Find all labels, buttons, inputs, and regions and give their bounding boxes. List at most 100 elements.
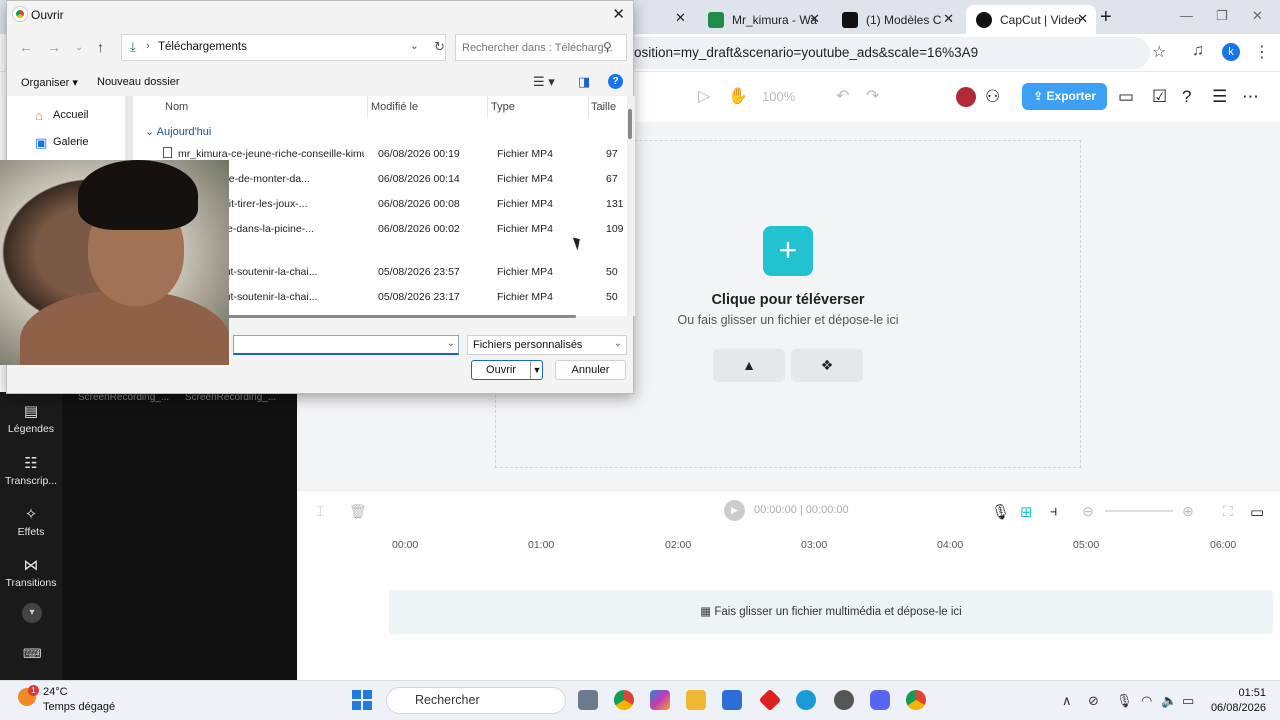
address-bar[interactable]: osition=my_draft&scenario=youtube_ads&sc…: [560, 37, 1150, 69]
media-panel: ScreenRecording_... ScreenRecording_...: [62, 392, 297, 680]
layers-icon[interactable]: ☰: [1212, 87, 1227, 107]
maximize-icon[interactable]: ❐: [1216, 8, 1228, 24]
up-arrow-icon[interactable]: ↑: [97, 39, 104, 55]
rail-more-icon[interactable]: ▾: [22, 603, 42, 623]
help-icon[interactable]: ?: [608, 74, 623, 89]
wifi-icon[interactable]: ◠: [1141, 693, 1152, 709]
column-header-size[interactable]: Taille: [591, 101, 616, 113]
hand-tool-icon[interactable]: ✋: [728, 86, 748, 106]
discord-icon[interactable]: [870, 690, 890, 710]
new-tab-icon[interactable]: +: [1100, 6, 1112, 29]
group-header-today[interactable]: ⌄ Aujourd'hui: [145, 125, 211, 138]
upload-plus-icon[interactable]: +: [763, 226, 813, 276]
clock-date[interactable]: 06/08/2026: [1206, 702, 1266, 714]
rail-item-transcript[interactable]: ☷ Transcrip...: [0, 454, 62, 487]
rail-item-transitions[interactable]: ⋈ Transitions: [0, 556, 62, 589]
present-icon[interactable]: ▭: [1118, 87, 1134, 107]
tab-close-icon[interactable]: ✕: [1077, 11, 1088, 27]
dropbox-button[interactable]: ❖: [791, 349, 863, 382]
preview-pane-icon[interactable]: ◨: [578, 74, 590, 90]
fullscreen-icon[interactable]: ⛶: [1223, 503, 1233, 520]
cancel-button[interactable]: Annuler: [555, 360, 626, 380]
weather-condition[interactable]: Temps dégagé: [43, 701, 115, 713]
rail-item-captions[interactable]: ▤ Légendes: [0, 402, 62, 435]
zoom-out-icon[interactable]: ⊖: [1082, 503, 1094, 520]
keyboard-shortcuts-icon[interactable]: ⌨: [23, 646, 42, 662]
help-icon[interactable]: ?: [1182, 87, 1191, 107]
microphone-icon[interactable]: 🎙: [991, 503, 1010, 521]
minimize-icon[interactable]: —: [1180, 8, 1193, 23]
timeline-zoom-slider[interactable]: [1105, 510, 1173, 512]
path-bar[interactable]: ⤓ › Téléchargements ⌄ ↻: [121, 34, 446, 61]
export-button[interactable]: ⇪ Exporter: [1022, 83, 1107, 110]
chevron-down-icon[interactable]: ⌄: [410, 39, 419, 52]
user-avatar[interactable]: [956, 87, 976, 107]
browser-tab-capcut[interactable]: CapCut | Video ✕: [966, 5, 1096, 34]
file-name-input[interactable]: ⌄: [233, 335, 459, 355]
recent-locations-icon[interactable]: ⌄: [75, 42, 83, 53]
undo-icon[interactable]: ↶: [836, 86, 849, 106]
play-icon[interactable]: ▶: [724, 500, 745, 521]
scrollbar-thumb[interactable]: [628, 109, 632, 139]
select-tool-icon[interactable]: ▷: [698, 86, 710, 106]
temperature[interactable]: 24°C: [43, 686, 68, 698]
chrome-profile-icon[interactable]: [906, 690, 926, 710]
organize-button[interactable]: Organiser ▾: [21, 76, 78, 89]
tray-app-icon[interactable]: ⊘: [1088, 693, 1099, 709]
tab-close-icon[interactable]: ✕: [943, 11, 954, 27]
browser-tab-mr-kimura[interactable]: Mr_kimura - Wa ✕: [698, 5, 828, 34]
tray-expand-icon[interactable]: ∧: [1062, 693, 1072, 709]
column-header-modified[interactable]: Modifié le: [371, 101, 418, 113]
open-button[interactable]: Ouvrir ▼: [471, 360, 543, 380]
windows-start-icon[interactable]: [352, 690, 372, 710]
google-drive-button[interactable]: ▲: [713, 349, 785, 382]
add-collaborator-icon[interactable]: ⚇: [985, 87, 1000, 107]
battery-icon[interactable]: ▭: [1182, 693, 1194, 709]
search-input[interactable]: [455, 34, 627, 61]
track-dropzone[interactable]: ▦ Fais glisser un fichier multimédia et …: [389, 590, 1273, 634]
media-controls-icon[interactable]: ♫: [1192, 42, 1204, 60]
dialog-close-icon[interactable]: ✕: [612, 5, 625, 23]
profile-avatar[interactable]: k: [1222, 43, 1240, 61]
browser-menu-icon[interactable]: ⋮: [1254, 42, 1270, 62]
column-header-name[interactable]: Nom: [165, 101, 188, 113]
more-options-icon[interactable]: ⋯: [1242, 87, 1259, 107]
magnet-icon[interactable]: ⊞: [1020, 503, 1033, 521]
file-type-filter[interactable]: Fichiers personnalisés ⌄: [467, 335, 627, 355]
task-view-icon[interactable]: [578, 690, 598, 710]
clock-time[interactable]: 01:51: [1214, 687, 1266, 699]
capture-app-icon[interactable]: [834, 690, 854, 710]
redo-icon[interactable]: ↷: [866, 86, 879, 106]
column-header-type[interactable]: Type: [491, 101, 515, 113]
zoom-in-icon[interactable]: ⊕: [1182, 503, 1194, 520]
file-explorer-icon[interactable]: [686, 690, 706, 710]
view-options-icon[interactable]: ☰ ▾: [533, 74, 555, 90]
microsoft-store-icon[interactable]: [722, 690, 742, 710]
forward-arrow-icon[interactable]: →: [47, 39, 61, 55]
zoom-level[interactable]: 100%: [762, 89, 795, 104]
refresh-icon[interactable]: ↻: [434, 39, 445, 55]
new-folder-button[interactable]: Nouveau dossier: [97, 76, 180, 88]
tab-close-icon[interactable]: ✕: [809, 11, 820, 27]
taskbar-search[interactable]: Rechercher: [386, 687, 566, 714]
open-options-chevron-icon[interactable]: ▼: [530, 361, 543, 379]
review-icon[interactable]: ☑: [1152, 87, 1167, 107]
microphone-tray-icon[interactable]: 🎙: [1116, 693, 1133, 709]
delete-icon[interactable]: 🗑: [349, 503, 367, 520]
nav-item-gallery[interactable]: ▣ Galerie: [35, 135, 88, 150]
feedback-icon[interactable]: ▭: [1250, 503, 1264, 521]
volume-icon[interactable]: 🔈: [1161, 693, 1177, 709]
chrome-taskbar-icon[interactable]: [614, 690, 634, 710]
close-window-icon[interactable]: ✕: [1252, 8, 1263, 24]
tab-close-icon[interactable]: ✕: [675, 10, 686, 26]
rail-item-effects[interactable]: ✧ Effets: [0, 505, 62, 538]
nav-item-home[interactable]: ⌂ Accueil: [35, 108, 88, 123]
back-arrow-icon[interactable]: ←: [19, 39, 33, 55]
help-app-icon[interactable]: [796, 690, 816, 710]
copilot-icon[interactable]: [650, 690, 670, 710]
browser-tab-modeles[interactable]: (1) Modèles C ✕: [832, 5, 962, 34]
chevron-down-icon[interactable]: ⌄: [447, 338, 455, 349]
snap-split-icon[interactable]: ⫞: [1050, 503, 1058, 520]
split-icon[interactable]: ⌶: [316, 503, 324, 520]
bookmark-star-icon[interactable]: ☆: [1152, 42, 1166, 62]
